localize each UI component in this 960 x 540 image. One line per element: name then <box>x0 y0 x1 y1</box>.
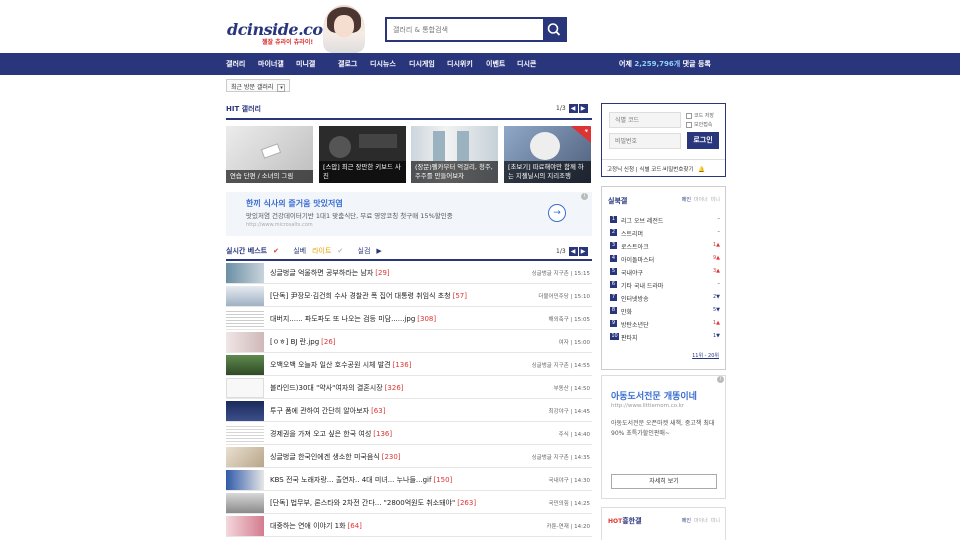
password-field[interactable] <box>609 133 681 149</box>
list-item[interactable]: 싱글벙글 억울하면 공부하라는 남자 [29] 싱글벙글 지구촌 | 15:15 <box>226 262 592 284</box>
tab-mini[interactable]: 미니 <box>711 518 720 524</box>
chevron-down-icon: ▾ <box>277 83 286 92</box>
next-icon[interactable]: ▶ <box>578 104 588 113</box>
tab-silbe-light[interactable]: 실베 라이트 ✔ <box>293 247 349 255</box>
list-item[interactable]: 블라인드)30대 "약사"여자의 결혼시장 [326] 부동산 | 14:50 <box>226 377 592 399</box>
realbook-ranking: 실북갤 메인 마이너 미니 1 리그 오브 레전드 – 2 스트리머 – 3 로스트아크 1▲ … <box>601 186 726 370</box>
list-item[interactable]: [ㅇㅎ] BJ 란.jpg [26] 여자 | 15:00 <box>226 331 592 353</box>
search-input[interactable] <box>387 19 545 40</box>
nav-minor-gallery[interactable]: 마이너갤 <box>258 59 284 69</box>
realbook-title: 실북갤 <box>608 197 628 205</box>
sketch-image <box>260 143 282 159</box>
list-item[interactable]: 오백오백 오늘자 일산 호수공원 시체 발견 [136] 싱글벙글 지구촌 | 14… <box>226 354 592 376</box>
nav-gallery[interactable]: 갤러리 <box>226 59 245 69</box>
list-item[interactable]: [단독] 법무부, 론스타와 2차전 간다... "2800억원도 취소돼야"[… <box>226 492 592 514</box>
tab-realtime-best[interactable]: 실시간 베스트 ✔ <box>226 247 285 255</box>
list-item[interactable]: 경제권을 가져 오고 싶은 한국 여성 [136] 주식 | 14:40 <box>226 423 592 445</box>
ad-detail-button[interactable]: 자세히 보기 <box>611 474 717 489</box>
rank-item[interactable]: 3 로스트아크 1▲ <box>610 240 720 253</box>
divider <box>226 259 592 261</box>
hit-item[interactable]: (장문)펠카부터 억걸리, 청주, 주주를 만들어보자 <box>411 126 498 183</box>
recent-gallery-dropdown[interactable]: 최근 방문 갤러리 ▾ <box>226 79 291 92</box>
hit-gallery-title[interactable]: HIT 갤러리 <box>226 104 261 114</box>
nav-gallog[interactable]: 갤로그 <box>338 59 357 69</box>
find-account-link[interactable]: 식별 코드·비밀번호찾기 <box>639 167 693 173</box>
info-icon[interactable]: i <box>581 193 588 200</box>
check-icon: ✔ <box>273 247 279 255</box>
bell-icon[interactable]: 🔔 <box>698 167 705 173</box>
list-item[interactable]: 대중하는 연애 이야기 1화 [64] 카툰-연재 | 14:20 <box>226 515 592 537</box>
nav-dcwiki[interactable]: 디시위키 <box>447 59 473 69</box>
list-item[interactable]: 투구 폼에 관하여 간단히 알아보자 [63] 최강야구 | 14:45 <box>226 400 592 422</box>
rank-item[interactable]: 7 인터넷방송 2▼ <box>610 292 720 305</box>
tab-main[interactable]: 메인 <box>682 197 691 203</box>
next-icon[interactable]: ▶ <box>578 247 588 256</box>
id-field[interactable] <box>609 112 681 128</box>
tab-minor[interactable]: 마이너 <box>694 518 708 524</box>
list-item[interactable]: KBS 전국 노래자랑... 출연자.. 4대 미녀... 누나들...gif[… <box>226 469 592 491</box>
ad-banner[interactable]: 한끼 식사의 즐거움 맛있저염 맛있저염 건강데이터기반 1대1 맞춤식단, 무… <box>226 192 592 236</box>
divider <box>226 118 592 120</box>
prev-icon[interactable]: ◀ <box>568 104 578 113</box>
hit-item[interactable]: [스압] 최근 장만한 키보드 사진 <box>319 126 406 183</box>
fixed-nick-apply-link[interactable]: 고정닉 신청 <box>607 167 634 173</box>
search-button[interactable] <box>543 19 565 40</box>
arrow-right-icon[interactable]: → <box>548 204 566 222</box>
mascot-image[interactable] <box>323 5 365 53</box>
logo-tagline: 젤잘 츄라이 츄라이! <box>262 39 314 46</box>
save-code-checkbox[interactable]: 코드 저장 <box>686 112 714 119</box>
side-ad[interactable]: 아동도서전문 개똥이네 http://www.littlemom.co.kr 아… <box>601 375 726 499</box>
main-nav: 갤러리 마이너갤 미니갤 갤로그 디시뉴스 디시게임 디시위키 이벤트 디시콘 … <box>0 53 960 75</box>
search-icon <box>547 23 561 36</box>
hit-pager: 1/3 ◀ ▶ <box>556 104 588 113</box>
rank-item[interactable]: 4 아이돌마스터 9▲ <box>610 253 720 266</box>
rank-item[interactable]: 6 기타 국내 드라마 – <box>610 279 720 292</box>
play-icon: ▶ <box>376 247 382 255</box>
comment-count: 어제 2,259,796개 댓글 등록 <box>619 60 711 68</box>
hit-item[interactable]: 연습 단편 / 소녀의 그림 <box>226 126 313 183</box>
nav-dcnews[interactable]: 디시뉴스 <box>370 59 396 69</box>
search-box <box>385 17 567 42</box>
tab-mini[interactable]: 미니 <box>711 197 720 203</box>
rank-item[interactable]: 10 판타지 1▼ <box>610 331 720 344</box>
rank-item[interactable]: 1 리그 오브 레전드 – <box>610 214 720 227</box>
more-ranks-link[interactable]: 11위 - 20위 <box>692 352 719 359</box>
rank-item[interactable]: 2 스트리머 – <box>610 227 720 240</box>
nav-event[interactable]: 이벤트 <box>486 59 505 69</box>
nav-dcgame[interactable]: 디시게임 <box>409 59 435 69</box>
list-item[interactable]: 대버지...... 파도파도 또 나오는 검등 미담......jpg [308]… <box>226 308 592 330</box>
check-icon: ✔ <box>337 247 344 255</box>
realtime-pager: 1/3 ◀ ▶ <box>556 247 588 256</box>
nav-dccon[interactable]: 디시콘 <box>517 59 536 69</box>
list-item[interactable]: [단독] 尹장모·김건희 수사 경찰관 폭 집어 대통령 취임식 초청 [57] 더… <box>226 285 592 307</box>
realtime-tabs: 실시간 베스트 ✔ 실베 라이트 ✔ 실검 ▶ <box>226 246 394 256</box>
hit-item[interactable]: ★ [초보기] 따료해야만 함께 하는 지젤닐시의 지리조행 <box>504 126 591 183</box>
login-box: 코드 저장 보안접속 로그인 고정닉 신청 | 식별 코드·비밀번호찾기 🔔 <box>601 103 726 177</box>
nav-mini-gallery[interactable]: 미니갤 <box>296 59 315 69</box>
rank-item[interactable]: 9 방탄소년단 1▲ <box>610 318 720 331</box>
login-button[interactable]: 로그인 <box>687 132 719 149</box>
secure-checkbox[interactable]: 보안접속 <box>686 121 712 128</box>
hot-gallery: HOT흥한갤 메인 마이너 미니 <box>601 507 726 540</box>
tab-main[interactable]: 메인 <box>682 518 691 524</box>
rank-item[interactable]: 8 만화 5▼ <box>610 305 720 318</box>
tab-realtime-search[interactable]: 실검 ▶ <box>358 247 388 255</box>
list-item[interactable]: 싱글벙글 한국인에겐 생소한 미국음식 [230] 싱글벙글 지구촌 | 14:35 <box>226 446 592 468</box>
prev-icon[interactable]: ◀ <box>568 247 578 256</box>
rank-item[interactable]: 5 국내야구 3▲ <box>610 266 720 279</box>
badge: ★ <box>571 126 591 145</box>
tab-minor[interactable]: 마이너 <box>694 197 708 203</box>
